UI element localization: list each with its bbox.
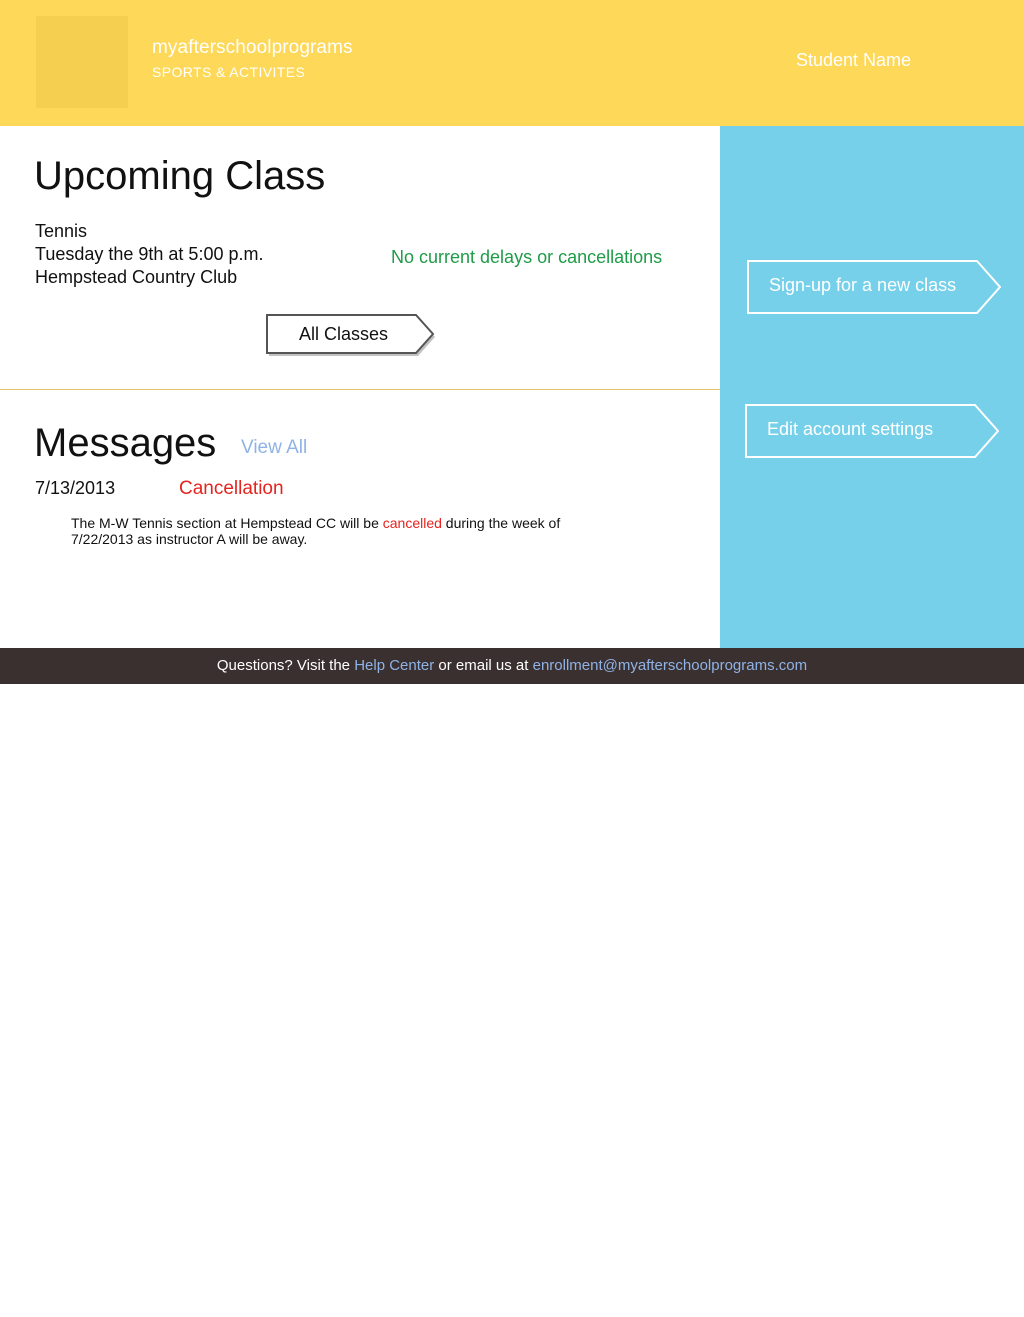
class-status: No current delays or cancellations <box>391 247 663 267</box>
action-sidebar: Sign-up for a new class Edit account set… <box>720 126 1024 648</box>
brand-name[interactable]: myafterschoolprograms <box>152 37 353 59</box>
edit-account-settings-button[interactable]: Edit account settings <box>745 404 999 460</box>
signup-new-class-button[interactable]: Sign-up for a new class <box>747 260 1001 316</box>
brand-tagline: SPORTS & ACTIVITES <box>152 64 306 80</box>
section-divider <box>0 389 720 390</box>
site-footer: Questions? Visit the Help Center or emai… <box>0 648 1024 684</box>
footer-middle: or email us at <box>434 657 533 674</box>
message-date: 7/13/2013 <box>35 478 116 498</box>
site-header: myafterschoolprograms SPORTS & ACTIVITES… <box>0 0 1024 126</box>
message-type: Cancellation <box>179 478 284 499</box>
student-name-link[interactable]: Student Name <box>796 50 911 71</box>
upcoming-class-title: Upcoming Class <box>34 154 326 198</box>
class-location: Hempstead Country Club <box>35 267 238 287</box>
enrollment-email-link[interactable]: enrollment@myafterschoolprograms.com <box>533 657 808 674</box>
view-all-messages-link[interactable]: View All <box>241 437 307 459</box>
signup-label: Sign-up for a new class <box>769 275 957 295</box>
class-name: Tennis <box>35 221 88 241</box>
all-classes-button[interactable]: All Classes <box>265 313 437 357</box>
help-center-link[interactable]: Help Center <box>354 657 434 674</box>
logo-placeholder[interactable] <box>36 16 128 108</box>
class-time: Tuesday the 9th at 5:00 p.m. <box>35 244 264 264</box>
message-body: The M-W Tennis section at Hempstead CC w… <box>71 515 591 547</box>
footer-prefix: Questions? Visit the <box>216 657 355 674</box>
messages-title: Messages <box>34 421 217 465</box>
all-classes-label: All Classes <box>299 324 389 344</box>
settings-label: Edit account settings <box>767 419 934 439</box>
message-body-text: The M-W Tennis section at Hempstead CC w… <box>71 515 383 531</box>
message-body-highlight: cancelled <box>382 515 442 531</box>
